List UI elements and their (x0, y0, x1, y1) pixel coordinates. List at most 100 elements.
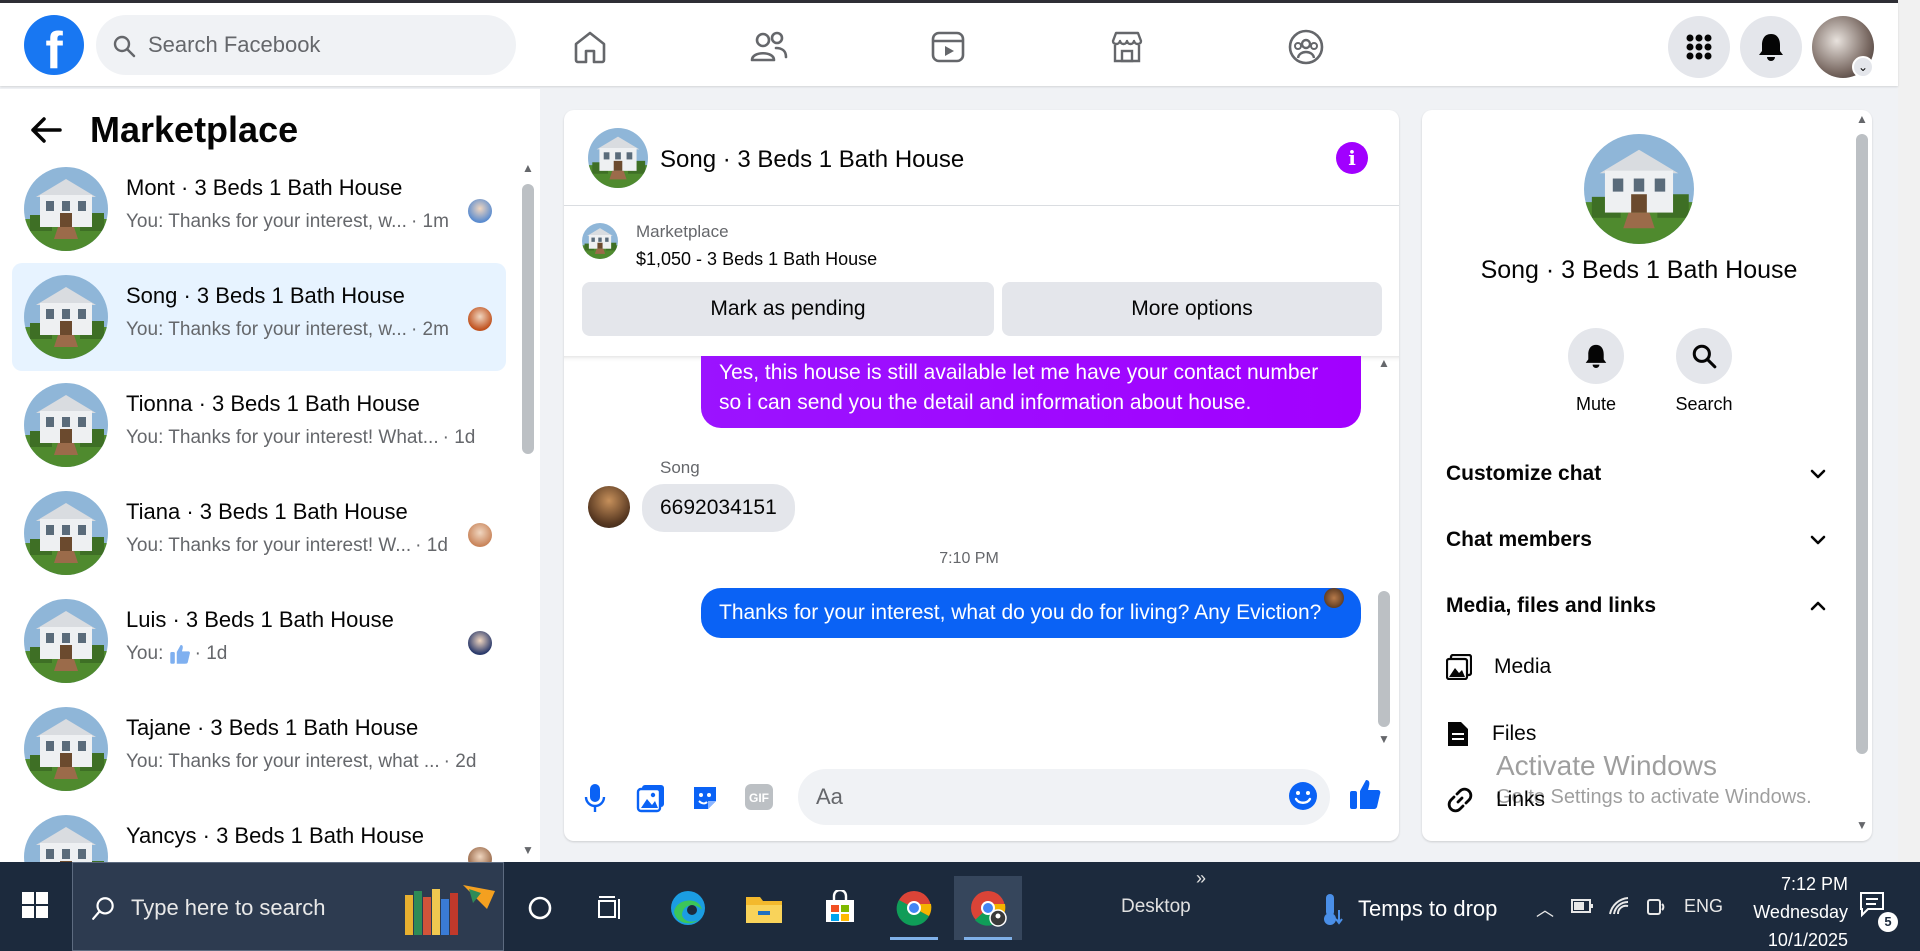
scroll-up-arrow[interactable]: ▲ (1378, 356, 1390, 370)
link-icon (1446, 786, 1474, 814)
desktop-toolbar-label[interactable]: Desktop (1121, 896, 1191, 918)
marketplace-conversations-panel: Marketplace Mont · 3 Beds 1 Bath House Yo… (0, 89, 540, 862)
listing-small-thumbnail[interactable] (582, 223, 618, 259)
search-input[interactable] (148, 15, 488, 75)
scroll-down-arrow[interactable]: ▼ (1378, 732, 1390, 746)
message-thread: Yes, this house is still available let m… (564, 356, 1399, 751)
media-item[interactable]: Media (1446, 654, 1551, 680)
media-image-icon (1446, 654, 1472, 680)
menu-grid-icon[interactable] (1668, 16, 1730, 78)
battery-icon[interactable] (1570, 896, 1594, 916)
taskbar-clock[interactable]: 7:12 PM Wednesday 10/1/2025 (1718, 870, 1848, 951)
show-hidden-icons-chevron[interactable]: ︿ (1536, 896, 1554, 922)
listing-thumbnail[interactable] (588, 128, 648, 188)
scroll-up-arrow[interactable]: ▲ (1856, 112, 1868, 126)
weather-widget[interactable]: Temps to drop (1318, 892, 1497, 926)
conversation-preview: You: Thanks for your interest! W... · 1d (126, 535, 448, 557)
edge-browser-icon[interactable] (654, 876, 722, 940)
notification-center-icon[interactable]: 5 (1858, 890, 1898, 932)
taskbar-search-box[interactable] (72, 862, 504, 951)
conversation-preview: You: Thanks for your interest, w... · 2m (126, 319, 449, 341)
microphone-icon[interactable] (584, 783, 606, 813)
preview-text: You: Thanks for your interest! What... (126, 427, 439, 448)
conversation-item[interactable]: Tionna · 3 Beds 1 Bath House You: Thanks … (12, 371, 506, 479)
message-scrollbar[interactable] (1378, 591, 1390, 727)
preview-text: You: Thanks for your interest, w... (126, 211, 407, 232)
mark-as-pending-button[interactable]: Mark as pending (582, 282, 994, 336)
chrome-browser-icon[interactable] (880, 876, 948, 940)
windows-start-icon[interactable] (22, 892, 48, 918)
facebook-logo[interactable]: f (24, 15, 84, 75)
page-title: Marketplace (90, 109, 299, 150)
microsoft-store-icon[interactable] (806, 876, 874, 940)
notifications-bell-icon[interactable] (1740, 16, 1802, 78)
chrome-profile-browser-icon[interactable] (954, 876, 1022, 940)
task-view-icon[interactable] (576, 876, 644, 940)
friends-icon[interactable] (714, 17, 824, 77)
volume-icon[interactable] (1644, 896, 1668, 916)
info-icon[interactable]: i (1336, 142, 1368, 174)
conversation-title: Song · 3 Beds 1 Bath House (126, 283, 405, 308)
clock-time: 7:12 PM (1780, 874, 1848, 894)
cortana-icon[interactable] (506, 876, 574, 940)
conversations-scrollbar[interactable] (522, 184, 534, 454)
listing-large-thumbnail[interactable] (1584, 134, 1694, 244)
conversation-item[interactable]: Tajane · 3 Beds 1 Bath House You: Thanks … (12, 695, 506, 803)
listing-source-label: Marketplace (636, 222, 729, 241)
listing-price-title[interactable]: $1,050 - 3 Beds 1 Bath House (636, 249, 877, 270)
photo-attach-icon[interactable] (636, 783, 666, 813)
facebook-search-box[interactable] (96, 15, 516, 75)
scroll-down-arrow[interactable]: ▼ (522, 843, 534, 857)
taskbar-search-input[interactable] (131, 891, 381, 925)
home-icon[interactable] (535, 17, 645, 77)
chevron-down-icon[interactable]: ⌄ (1852, 56, 1874, 78)
participant-avatar (468, 631, 492, 655)
mute-bell-icon (1584, 343, 1608, 369)
marketplace-icon[interactable] (1072, 17, 1182, 77)
info-panel-scrollbar[interactable] (1856, 134, 1868, 754)
thumbs-up-icon (169, 643, 191, 665)
message-input[interactable] (816, 769, 1256, 825)
listing-thumbnail (24, 383, 108, 467)
mute-label: Mute (1575, 394, 1617, 414)
customize-chat-section[interactable]: Customize chat (1446, 454, 1826, 494)
back-arrow-icon[interactable] (30, 116, 62, 144)
conversation-item[interactable]: Song · 3 Beds 1 Bath House You: Thanks fo… (12, 263, 506, 371)
listing-thumbnail (24, 707, 108, 791)
emoji-icon[interactable] (1288, 781, 1318, 811)
scroll-up-arrow[interactable]: ▲ (522, 161, 534, 175)
media-files-links-section[interactable]: Media, files and links (1446, 586, 1826, 626)
conversation-time: · 1m (410, 211, 449, 232)
chat-members-section[interactable]: Chat members (1446, 520, 1826, 560)
conversation-item[interactable]: Tiana · 3 Beds 1 Bath House You: Thanks f… (12, 479, 506, 587)
thumbs-up-icon[interactable] (1348, 777, 1382, 811)
message-input-box[interactable] (798, 769, 1330, 825)
files-item[interactable]: Files (1446, 720, 1536, 748)
message-composer: GIF (564, 755, 1399, 841)
search-in-conversation-button[interactable]: Search (1664, 328, 1744, 415)
thermometer-icon (1324, 894, 1343, 925)
chat-title: Song · 3 Beds 1 Bath House (660, 146, 965, 173)
file-document-icon (1446, 720, 1470, 748)
gif-icon[interactable]: GIF (744, 783, 774, 811)
more-options-button[interactable]: More options (1002, 282, 1382, 336)
toolbar-expand-chevron-icon[interactable]: » (1196, 868, 1206, 889)
chat-members-label: Chat members (1446, 528, 1592, 551)
preview-text: You: Thanks for your interest, w... (126, 319, 407, 340)
groups-icon[interactable] (1251, 17, 1361, 77)
conversation-preview: You: Thanks for your interest! What... · … (126, 427, 475, 449)
watch-icon[interactable] (893, 17, 1003, 77)
conversation-preview: You: Thanks for your interest, w... · 1m (126, 211, 449, 233)
links-item[interactable]: Links (1446, 786, 1545, 814)
scroll-down-arrow[interactable]: ▼ (1856, 818, 1868, 832)
sender-avatar[interactable] (588, 486, 630, 528)
page-scrollbar[interactable] (1898, 0, 1920, 862)
conversation-item[interactable]: Luis · 3 Beds 1 Bath House You: · 1d (12, 587, 506, 695)
wifi-icon[interactable] (1608, 896, 1632, 916)
conversation-item[interactable]: Mont · 3 Beds 1 Bath House You: Thanks fo… (12, 155, 506, 263)
sticker-icon[interactable] (690, 783, 720, 813)
file-explorer-icon[interactable] (730, 876, 798, 940)
notification-count-badge: 5 (1878, 912, 1898, 932)
mute-button[interactable]: Mute (1556, 328, 1636, 415)
participant-avatar (468, 307, 492, 331)
